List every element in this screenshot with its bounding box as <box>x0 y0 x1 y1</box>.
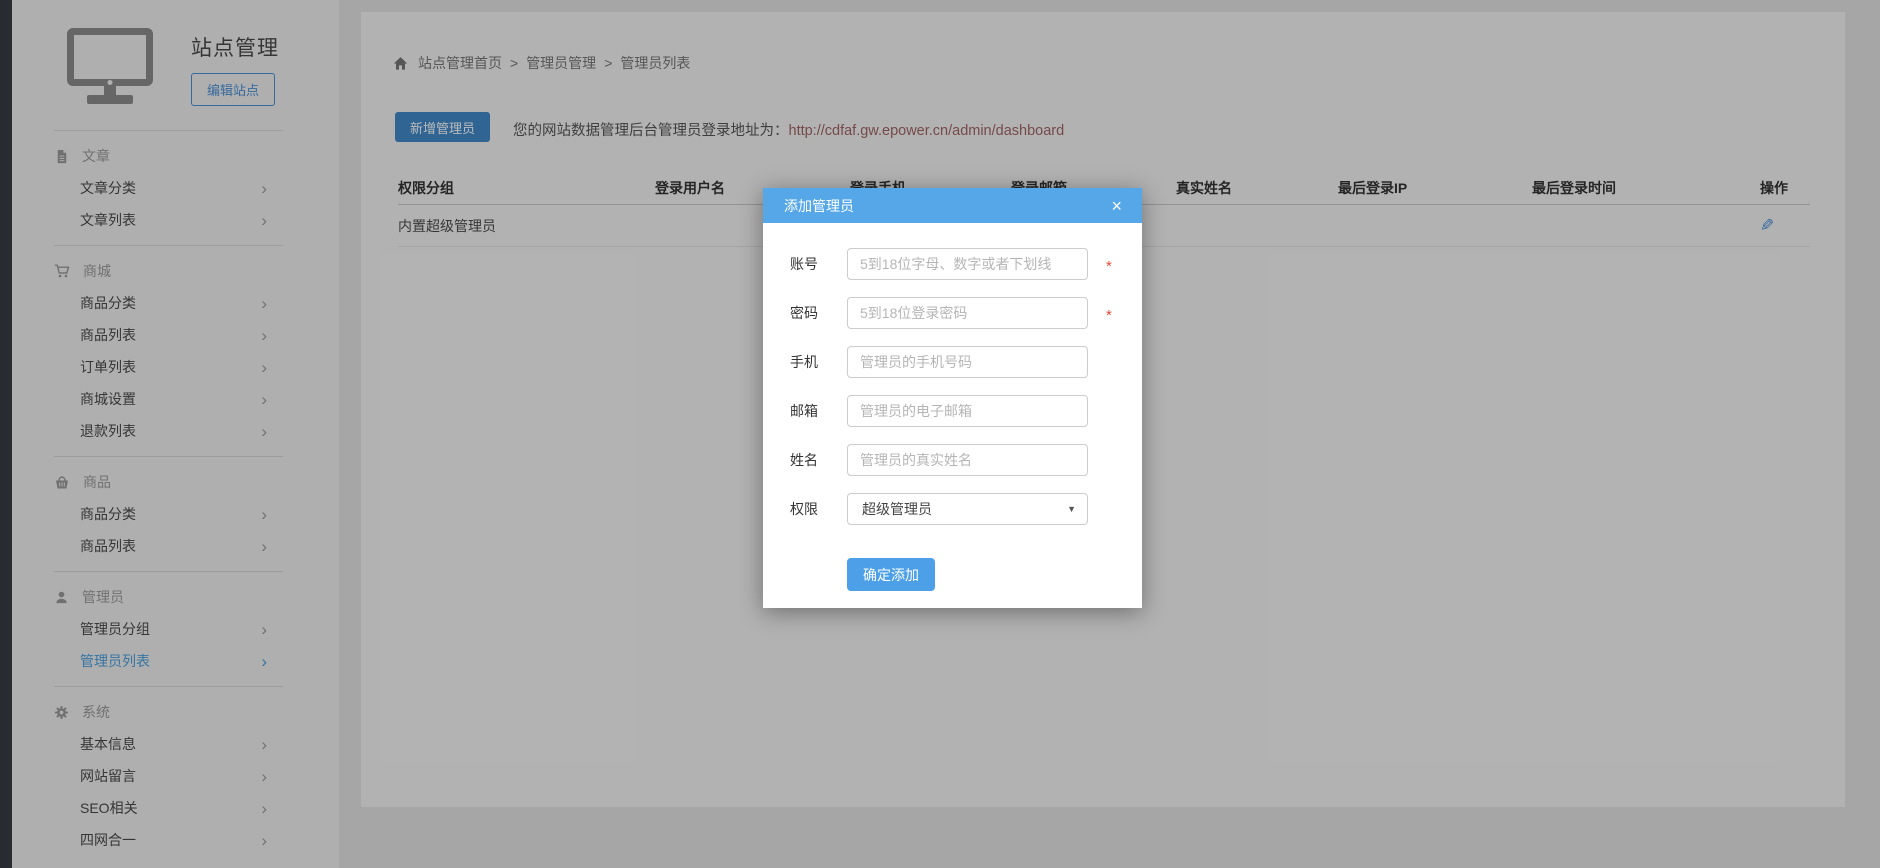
email-input[interactable] <box>847 395 1088 427</box>
phone-label: 手机 <box>790 352 847 372</box>
name-label: 姓名 <box>790 450 847 470</box>
password-field-row: 密码 * <box>790 297 1142 329</box>
modal-title: 添加管理员 <box>784 196 854 216</box>
account-label: 账号 <box>790 254 847 274</box>
modal-body: 账号 * 密码 * 手机 邮箱 姓名 权限 超级管理员 ▼ <box>763 223 1142 591</box>
email-label: 邮箱 <box>790 401 847 421</box>
phone-field-row: 手机 <box>790 346 1142 378</box>
permission-field-row: 权限 超级管理员 ▼ <box>790 493 1142 525</box>
phone-input[interactable] <box>847 346 1088 378</box>
confirm-add-button[interactable]: 确定添加 <box>847 558 935 591</box>
required-asterisk: * <box>1106 258 1112 275</box>
name-field-row: 姓名 <box>790 444 1142 476</box>
email-field-row: 邮箱 <box>790 395 1142 427</box>
modal-header: 添加管理员 × <box>763 188 1142 223</box>
permission-label: 权限 <box>790 499 847 519</box>
name-input[interactable] <box>847 444 1088 476</box>
permission-select-value: 超级管理员 <box>862 499 932 519</box>
password-label: 密码 <box>790 303 847 323</box>
required-asterisk: * <box>1106 307 1112 324</box>
chevron-down-icon: ▼ <box>1067 504 1076 514</box>
add-admin-modal: 添加管理员 × 账号 * 密码 * 手机 邮箱 姓名 权限 超 <box>763 188 1142 608</box>
account-field-row: 账号 * <box>790 248 1142 280</box>
close-icon[interactable]: × <box>1111 197 1122 215</box>
password-input[interactable] <box>847 297 1088 329</box>
permission-select[interactable]: 超级管理员 ▼ <box>847 493 1088 525</box>
account-input[interactable] <box>847 248 1088 280</box>
